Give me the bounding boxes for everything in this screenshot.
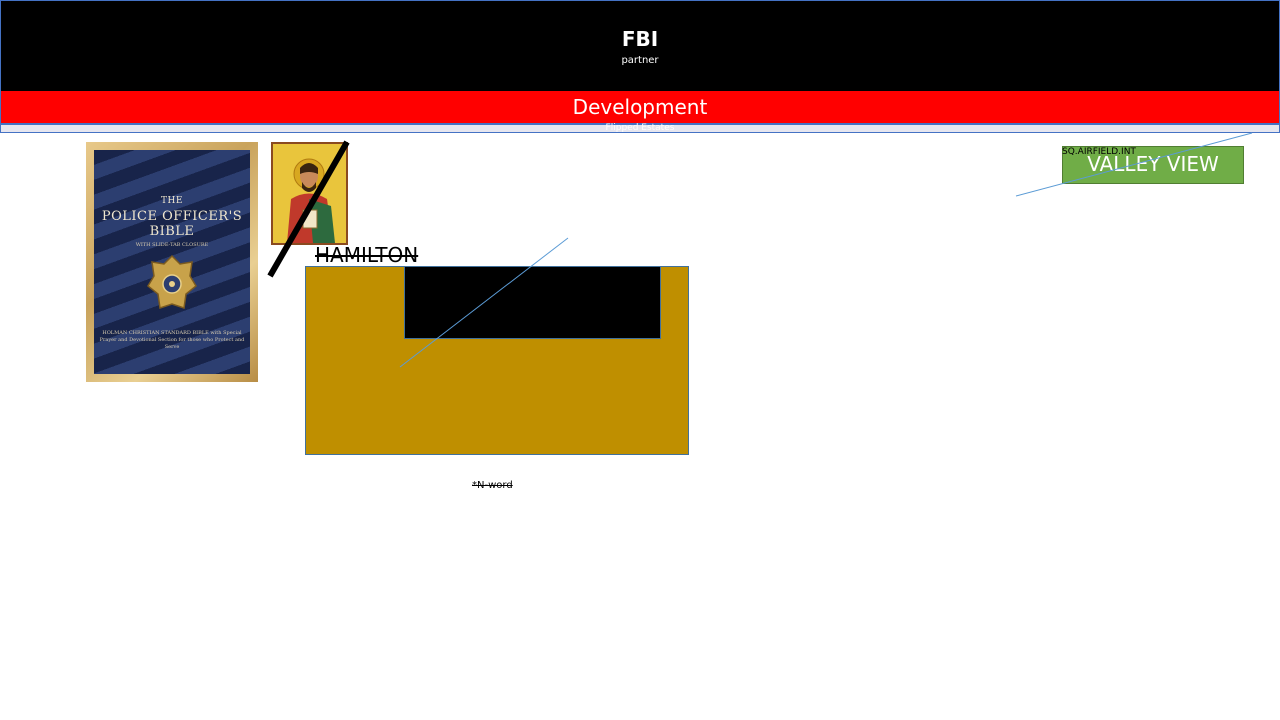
header-subtitle: partner: [621, 55, 659, 66]
book-title-line1: THE: [161, 196, 183, 206]
book-title-line3: BIBLE: [149, 224, 195, 239]
book-cover: THE POLICE OFFICER'S BIBLE WITH SLIDE-TA…: [94, 150, 250, 374]
book-footer-text: HOLMAN CHRISTIAN STANDARD BIBLE with Spe…: [99, 330, 245, 350]
book-title-line2: POLICE OFFICER'S: [101, 209, 243, 224]
development-label: Development: [572, 95, 708, 119]
saint-icon-image[interactable]: [271, 142, 348, 245]
header-title: FBI: [621, 27, 659, 51]
book-subtitle: WITH SLIDE-TAB CLOSURE: [135, 242, 209, 248]
book-title: THE POLICE OFFICER'S BIBLE: [94, 194, 250, 239]
saint-figure-icon: [273, 144, 346, 243]
airfield-label: SQ.AIRFIELD.INT: [1062, 147, 1136, 157]
black-rectangle[interactable]: [404, 266, 661, 339]
police-bible-book-image[interactable]: THE POLICE OFFICER'S BIBLE WITH SLIDE-TA…: [86, 142, 258, 382]
police-badge-icon: [147, 254, 197, 309]
sub-strip-text: Flipped Estates: [605, 123, 675, 133]
nword-label: *N-word: [472, 480, 513, 491]
hamilton-label: HAMILTON: [315, 243, 419, 267]
slide-canvas: FBI partner Development Flipped Estates …: [0, 0, 1280, 720]
